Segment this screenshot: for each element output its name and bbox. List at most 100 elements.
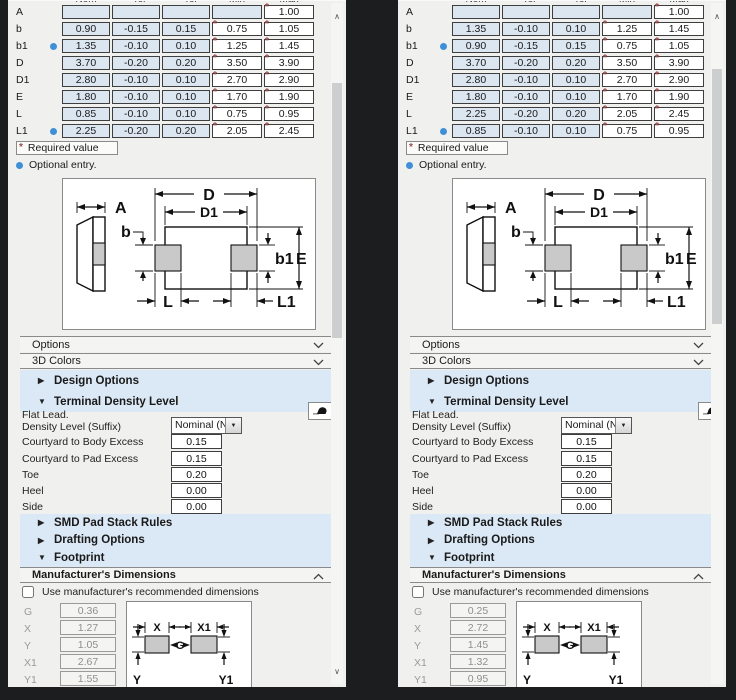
courtyard-pad-input[interactable] (561, 451, 612, 466)
dimension-cell-max[interactable]: *2.90 (654, 73, 704, 87)
dimension-cell-min[interactable]: *0.75 (212, 107, 262, 121)
dimension-cell-tol_minus[interactable] (112, 5, 160, 19)
dimension-cell-min[interactable]: *2.05 (602, 107, 652, 121)
dimension-cell-tol_minus[interactable]: -0.10 (502, 90, 550, 104)
dimension-cell-min[interactable]: *3.50 (602, 56, 652, 70)
dimension-cell-tol_plus[interactable]: 0.10 (162, 90, 210, 104)
side-input[interactable] (171, 499, 222, 514)
dimension-cell-nom[interactable]: 2.80 (62, 73, 110, 87)
section-header-design-options[interactable]: ▶ Design Options (410, 370, 712, 391)
dimension-cell-tol_minus[interactable]: -0.15 (502, 39, 550, 53)
dimension-cell-max[interactable]: *2.90 (264, 73, 314, 87)
dimension-cell-tol_minus[interactable]: -0.20 (112, 124, 160, 138)
section-bar-manufacturers-dimensions[interactable]: Manufacturer's Dimensions (20, 567, 332, 583)
dimension-cell-max[interactable]: *1.00 (264, 5, 314, 19)
panel-scrollbar[interactable]: ∧ ∨ (331, 3, 343, 684)
dimension-cell-min[interactable]: *2.05 (212, 124, 262, 138)
dimension-cell-max[interactable]: *1.45 (264, 39, 314, 53)
courtyard-pad-input[interactable] (171, 451, 222, 466)
dimension-cell-max[interactable]: *0.95 (264, 107, 314, 121)
dimension-cell-max[interactable]: *1.00 (654, 5, 704, 19)
dimension-cell-max[interactable]: *3.90 (654, 56, 704, 70)
dimension-cell-max[interactable]: *1.90 (654, 90, 704, 104)
mfr-input-Y[interactable] (60, 637, 116, 652)
use-mfr-dimensions-checkbox[interactable] (22, 586, 34, 598)
mfr-input-X[interactable] (450, 620, 506, 635)
panel-scrollbar[interactable]: ∧ ∨ (711, 3, 723, 684)
dimension-cell-max[interactable]: *0.95 (654, 124, 704, 138)
dimension-cell-nom[interactable]: 1.35 (62, 39, 110, 53)
dimension-cell-tol_plus[interactable]: 0.10 (162, 39, 210, 53)
heel-input[interactable] (561, 483, 612, 498)
dimension-cell-tol_minus[interactable]: -0.10 (112, 73, 160, 87)
dimension-cell-nom[interactable] (452, 5, 500, 19)
section-header-smd-rules[interactable]: ▶ SMD Pad Stack Rules (20, 514, 332, 532)
mfr-input-G[interactable] (450, 603, 506, 618)
scrollbar-thumb[interactable] (712, 69, 722, 324)
dimension-cell-tol_plus[interactable]: 0.10 (552, 73, 600, 87)
dimension-cell-min[interactable]: *1.25 (212, 39, 262, 53)
section-bar-options[interactable]: Options (410, 336, 712, 352)
side-input[interactable] (561, 499, 612, 514)
dimension-cell-tol_plus[interactable]: 0.15 (552, 39, 600, 53)
heel-input[interactable] (171, 483, 222, 498)
dimension-cell-max[interactable]: *3.90 (264, 56, 314, 70)
dimension-cell-tol_plus[interactable]: 0.15 (162, 22, 210, 36)
dimension-cell-min[interactable]: *2.70 (602, 73, 652, 87)
dimension-cell-max[interactable]: *1.05 (654, 39, 704, 53)
dimension-cell-min[interactable]: *0.75 (212, 22, 262, 36)
dimension-cell-min[interactable] (602, 5, 652, 19)
dimension-cell-tol_minus[interactable]: -0.20 (502, 56, 550, 70)
mfr-input-X[interactable] (60, 620, 116, 635)
dimension-cell-tol_plus[interactable]: 0.10 (552, 90, 600, 104)
dimension-cell-nom[interactable]: 1.80 (452, 90, 500, 104)
mfr-input-X1[interactable] (60, 654, 116, 669)
dimension-cell-nom[interactable]: 2.25 (62, 124, 110, 138)
dimension-cell-nom[interactable]: 0.90 (452, 39, 500, 53)
dimension-cell-tol_plus[interactable] (162, 5, 210, 19)
dimension-cell-tol_minus[interactable]: -0.10 (112, 39, 160, 53)
dimension-cell-tol_plus[interactable]: 0.20 (552, 107, 600, 121)
section-bar-3d-colors[interactable]: 3D Colors (410, 353, 712, 369)
dimension-cell-nom[interactable]: 0.85 (62, 107, 110, 121)
dimension-cell-min[interactable]: *3.50 (212, 56, 262, 70)
dimension-cell-tol_plus[interactable]: 0.10 (552, 22, 600, 36)
courtyard-body-input[interactable] (171, 434, 222, 449)
dimension-cell-nom[interactable]: 0.90 (62, 22, 110, 36)
dimension-cell-nom[interactable]: 3.70 (452, 56, 500, 70)
section-header-footprint[interactable]: ▼ Footprint (410, 549, 712, 567)
dimension-cell-tol_plus[interactable]: 0.10 (162, 107, 210, 121)
dimension-cell-tol_minus[interactable]: -0.10 (502, 22, 550, 36)
mfr-input-Y1[interactable] (450, 671, 506, 686)
dimension-cell-tol_plus[interactable]: 0.10 (162, 73, 210, 87)
toe-input[interactable] (171, 467, 222, 482)
dimension-cell-min[interactable] (212, 5, 262, 19)
density-level-select[interactable]: Nominal (N) ▼ (171, 417, 242, 434)
section-header-drafting[interactable]: ▶ Drafting Options (20, 532, 332, 550)
use-mfr-dimensions-checkbox[interactable] (412, 586, 424, 598)
dimension-cell-tol_minus[interactable]: -0.10 (502, 124, 550, 138)
dimension-cell-nom[interactable] (62, 5, 110, 19)
section-bar-manufacturers-dimensions[interactable]: Manufacturer's Dimensions (410, 567, 712, 583)
dimension-cell-max[interactable]: *1.05 (264, 22, 314, 36)
scrollbar-up-icon[interactable]: ∧ (711, 13, 723, 21)
dimension-cell-min[interactable]: *0.75 (602, 124, 652, 138)
mfr-input-G[interactable] (60, 603, 116, 618)
dimension-cell-min[interactable]: *0.75 (602, 39, 652, 53)
section-bar-options[interactable]: Options (20, 336, 332, 352)
combo-dropdown-icon[interactable]: ▼ (225, 418, 241, 433)
dimension-cell-tol_minus[interactable]: -0.15 (112, 22, 160, 36)
courtyard-body-input[interactable] (561, 434, 612, 449)
mfr-input-X1[interactable] (450, 654, 506, 669)
section-header-design-options[interactable]: ▶ Design Options (20, 370, 332, 391)
section-header-footprint[interactable]: ▼ Footprint (20, 549, 332, 567)
section-bar-3d-colors[interactable]: 3D Colors (20, 353, 332, 369)
dimension-cell-min[interactable]: *2.70 (212, 73, 262, 87)
flat-lead-3d-button[interactable] (308, 402, 332, 420)
density-level-select[interactable]: Nominal (N) ▼ (561, 417, 632, 434)
dimension-cell-tol_plus[interactable]: 0.20 (552, 56, 600, 70)
dimension-cell-min[interactable]: *1.70 (212, 90, 262, 104)
dimension-cell-nom[interactable]: 1.80 (62, 90, 110, 104)
mfr-input-Y1[interactable] (60, 671, 116, 686)
dimension-cell-tol_plus[interactable]: 0.10 (552, 124, 600, 138)
